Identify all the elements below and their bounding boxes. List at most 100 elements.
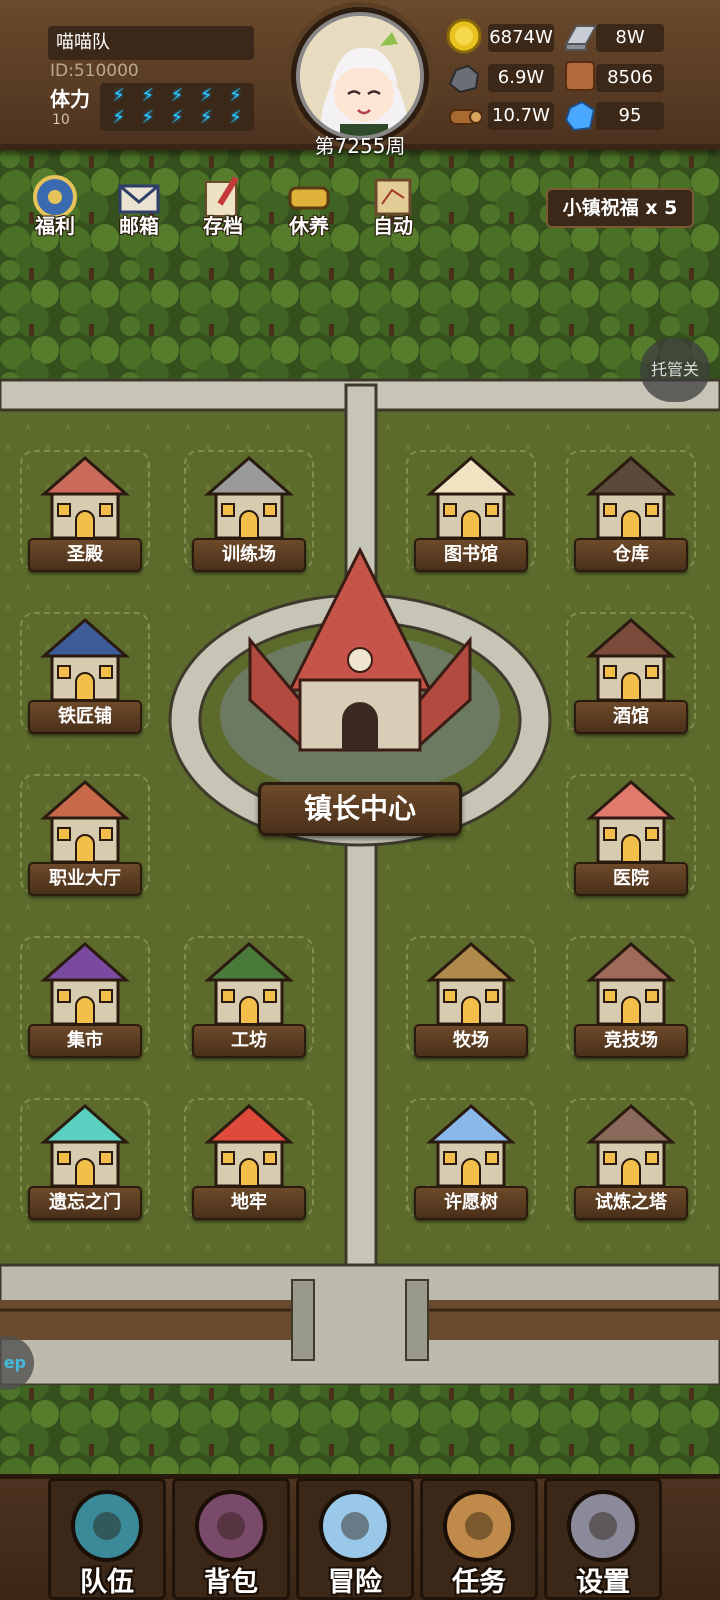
dungeon-building-icon	[194, 1098, 304, 1198]
class-hall-building[interactable]: 职业大厅	[20, 774, 150, 904]
trial-tower-building[interactable]: 试炼之塔	[566, 1098, 696, 1228]
leather-amount: 8506	[596, 64, 664, 92]
building-label: 许愿树	[414, 1186, 528, 1220]
week-counter: 第7255周	[314, 134, 406, 158]
nav-settings-gear[interactable]: 设置	[544, 1478, 662, 1600]
building-label: 圣殿	[28, 538, 142, 572]
town-blessing-button[interactable]: 小镇祝福 x 5	[546, 188, 694, 228]
nav-label: 队伍	[80, 1567, 134, 1598]
gold-coin-icon	[446, 18, 482, 54]
stamina-bolt-icon: ⚡	[112, 85, 125, 106]
town-hall-button[interactable]: 镇长中心	[258, 782, 462, 836]
stamina-bar: ⚡ ⚡ ⚡ ⚡ ⚡ ⚡ ⚡ ⚡ ⚡ ⚡	[100, 83, 254, 131]
menu-label: 邮箱	[119, 214, 159, 238]
iron-amount: 8W	[596, 24, 664, 52]
building-label: 集市	[28, 1024, 142, 1058]
tavern-building-icon	[576, 612, 686, 712]
nav-quest-scroll[interactable]: 任务	[420, 1478, 538, 1600]
menu-welfare[interactable]: 福利	[20, 174, 90, 244]
nav-label: 任务	[452, 1567, 506, 1598]
building-label: 试炼之塔	[574, 1186, 688, 1220]
ranch-building-icon	[416, 936, 526, 1036]
menu-label: 休养	[289, 214, 329, 238]
building-label: 地牢	[192, 1186, 306, 1220]
stone-ore-icon	[446, 60, 482, 96]
gold-amount: 6874W	[488, 24, 554, 52]
blacksmith-building-icon	[30, 612, 140, 712]
temple-building-icon	[30, 450, 140, 550]
building-label: 医院	[574, 862, 688, 896]
training-ground-building[interactable]: 训练场	[184, 450, 314, 580]
crystal-amount: 95	[596, 102, 664, 130]
workshop-building-icon	[194, 936, 304, 1036]
dungeon-building[interactable]: 地牢	[184, 1098, 314, 1228]
wishing-tree-building[interactable]: 许愿树	[406, 1098, 536, 1228]
stone-amount: 6.9W	[488, 64, 554, 92]
stamina-bolt-icon: ⚡	[170, 107, 184, 128]
menu-label: 存档	[203, 214, 243, 238]
stamina-bolt-icon: ⚡	[229, 107, 242, 128]
arena-building[interactable]: 竞技场	[566, 936, 696, 1066]
forgotten-gate-building[interactable]: 遗忘之门	[20, 1098, 150, 1228]
menu-save[interactable]: 存档	[188, 174, 258, 244]
iron-ingot-icon	[562, 18, 598, 54]
library-building[interactable]: 图书馆	[406, 450, 536, 580]
nav-backpack[interactable]: 背包	[172, 1478, 290, 1600]
class-hall-building-icon	[30, 774, 140, 874]
market-building[interactable]: 集市	[20, 936, 150, 1066]
warehouse-building-icon	[576, 450, 686, 550]
ranch-building[interactable]: 牧场	[406, 936, 536, 1066]
market-building-icon	[30, 936, 140, 1036]
menu-rest[interactable]: 休养	[274, 174, 344, 244]
menu-mailbox[interactable]: 邮箱	[104, 174, 174, 244]
stamina-bolt-icon: ⚡	[170, 85, 184, 106]
building-label: 铁匠铺	[28, 700, 142, 734]
building-label: 竞技场	[574, 1024, 688, 1058]
stamina-bolt-icon: ⚡	[141, 107, 155, 128]
building-label: 职业大厅	[28, 862, 142, 896]
building-label: 训练场	[192, 538, 306, 572]
forgotten-gate-building-icon	[30, 1098, 140, 1198]
building-label: 仓库	[574, 538, 688, 572]
building-label: 遗忘之门	[28, 1186, 142, 1220]
stamina-bolt-icon: ⚡	[229, 85, 242, 106]
nav-label: 设置	[576, 1567, 630, 1598]
building-label: 工坊	[192, 1024, 306, 1058]
blacksmith-building[interactable]: 铁匠铺	[20, 612, 150, 742]
player-id: ID:510000	[50, 61, 139, 81]
nav-label: 背包	[204, 1567, 258, 1598]
nav-adventure-swords[interactable]: 冒险	[296, 1478, 414, 1600]
workshop-building[interactable]: 工坊	[184, 936, 314, 1066]
temple-building[interactable]: 圣殿	[20, 450, 150, 580]
wishing-tree-building-icon	[416, 1098, 526, 1198]
menu-label: 福利	[35, 214, 75, 238]
stamina-bolt-icon: ⚡	[141, 85, 155, 106]
hospital-building-icon	[576, 774, 686, 874]
tavern-building[interactable]: 酒馆	[566, 612, 696, 742]
team-name: 喵喵队	[48, 26, 254, 60]
stamina-bolt-icon: ⚡	[112, 107, 125, 128]
stamina-bolt-icon: ⚡	[199, 85, 213, 106]
library-building-icon	[416, 450, 526, 550]
stamina-label: 体力	[50, 87, 90, 111]
trial-tower-building-icon	[576, 1098, 686, 1198]
menu-label: 自动	[373, 214, 413, 238]
building-label: 酒馆	[574, 700, 688, 734]
stamina-value: 10	[52, 112, 70, 128]
menu-auto[interactable]: 自动	[358, 174, 428, 244]
auto-toggle-button[interactable]: 托管关	[640, 338, 710, 402]
crystal-icon	[562, 98, 598, 134]
warehouse-building[interactable]: 仓库	[566, 450, 696, 580]
wood-amount: 10.7W	[488, 102, 554, 130]
hospital-building[interactable]: 医院	[566, 774, 696, 904]
building-label: 图书馆	[414, 538, 528, 572]
training-ground-building-icon	[194, 450, 304, 550]
arena-building-icon	[576, 936, 686, 1036]
wood-log-icon	[446, 98, 483, 134]
stamina-bolt-icon: ⚡	[199, 107, 213, 128]
avatar[interactable]	[296, 12, 424, 140]
nav-label: 冒险	[328, 1567, 382, 1598]
building-label: 牧场	[414, 1024, 528, 1058]
leather-icon	[562, 58, 598, 94]
nav-team-helmet[interactable]: 队伍	[48, 1478, 166, 1600]
